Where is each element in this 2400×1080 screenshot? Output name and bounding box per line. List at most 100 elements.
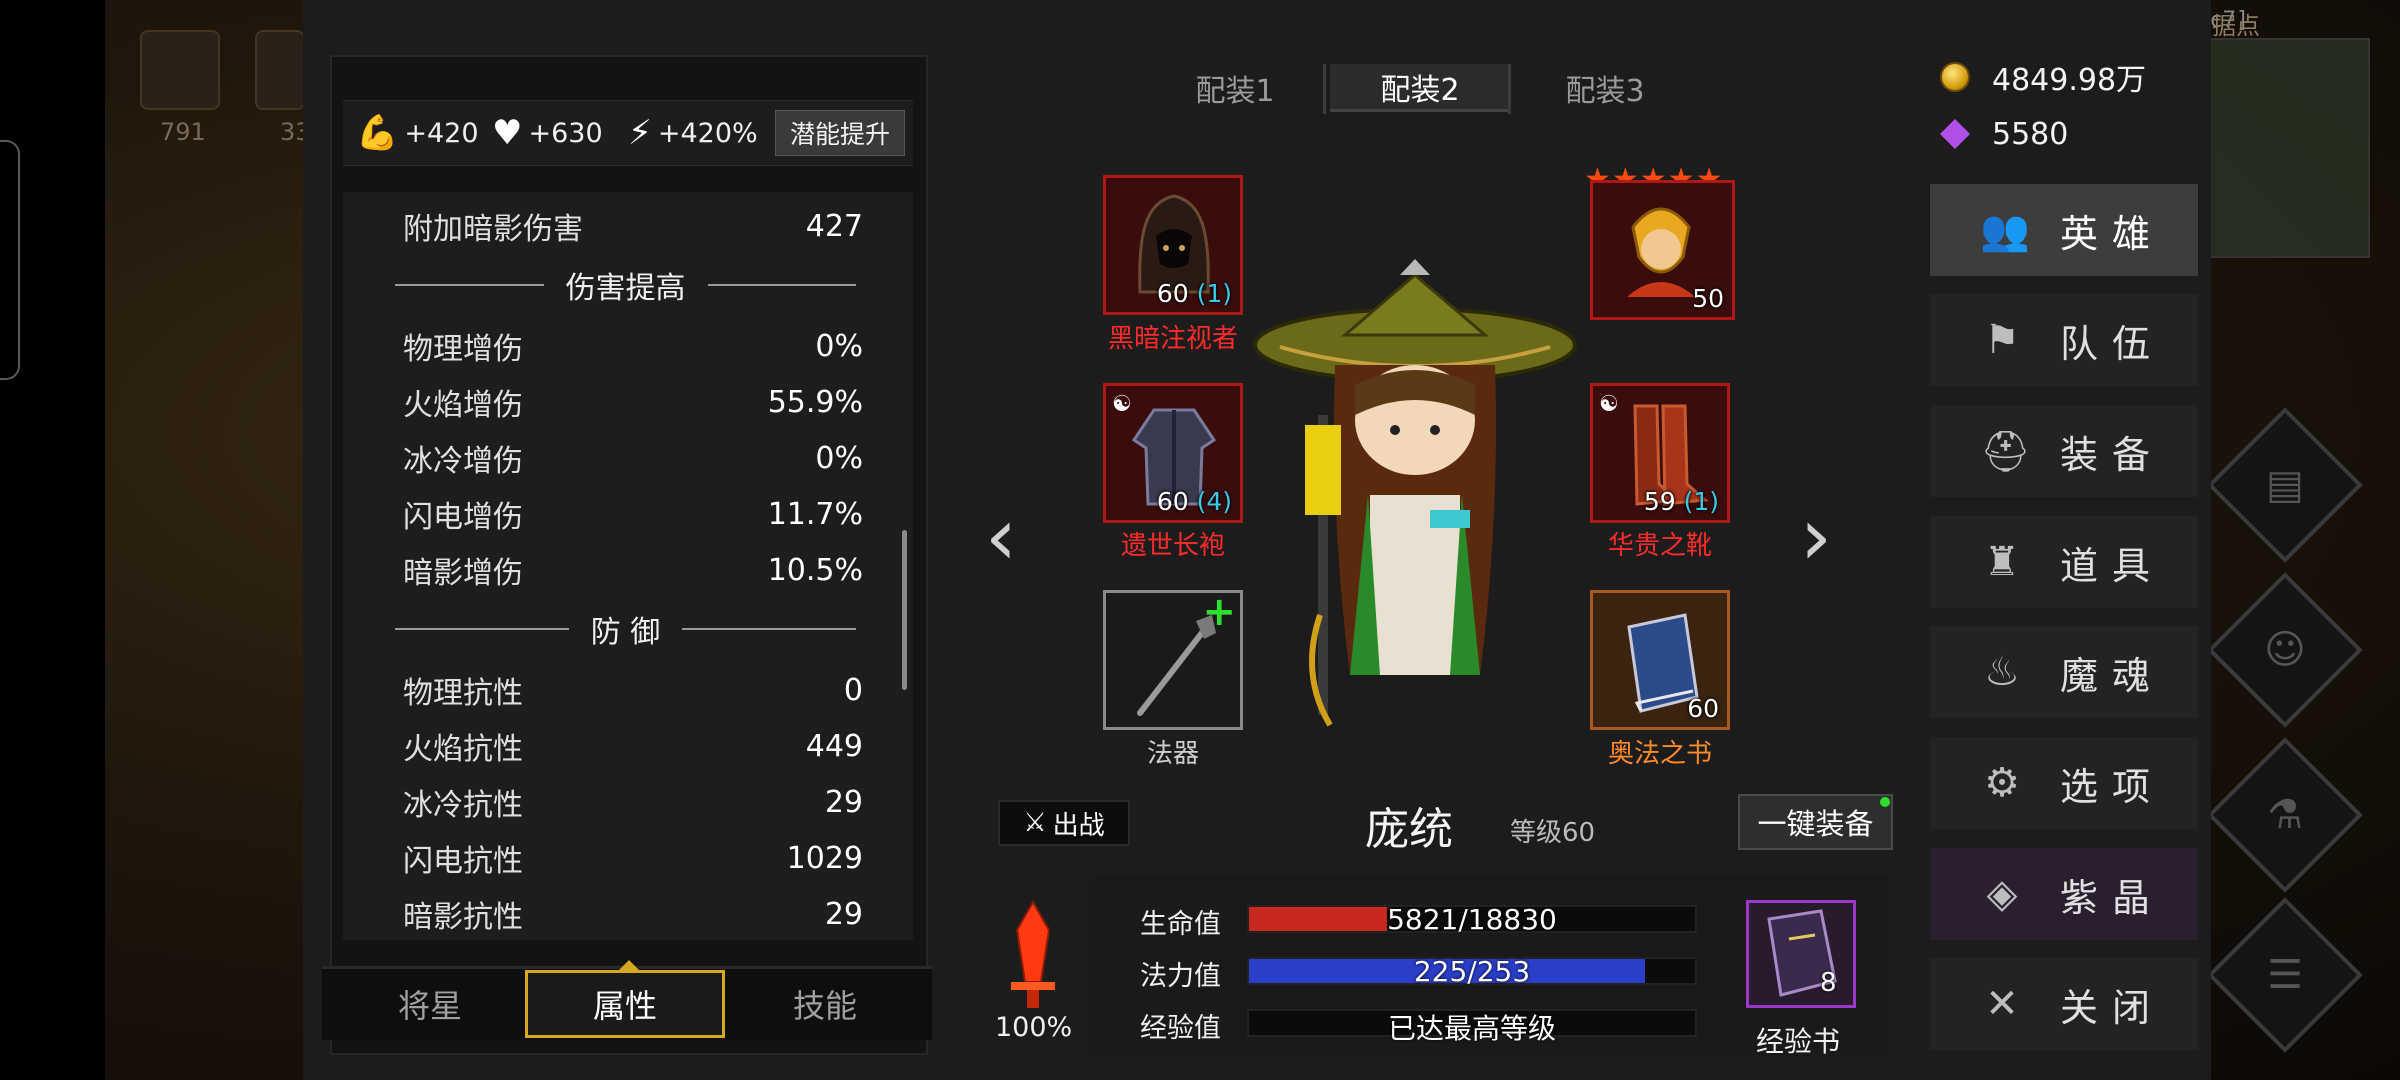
slot-book[interactable]: 60	[1590, 590, 1730, 730]
notification-dot	[1880, 797, 1890, 807]
stat-label: 火焰抗性	[403, 732, 523, 767]
list-icon: ☰	[2267, 952, 2303, 998]
stat-value: 11.7%	[767, 496, 863, 532]
gem-currency: 5580	[1940, 112, 2170, 156]
stats-scrollbar[interactable]	[902, 530, 907, 690]
stat-value: 0%	[815, 328, 863, 364]
menu-label: 魔魂	[2060, 653, 2165, 698]
stat-value: 427	[805, 208, 863, 244]
stat-value: 55.9%	[767, 384, 863, 420]
menu-items[interactable]: ♜ 道具	[1930, 516, 2198, 608]
exp-book-count: 8	[1820, 968, 1837, 998]
stat-row: 暗影抗性 29	[403, 889, 863, 939]
stronghold-label: 据点	[2212, 12, 2260, 40]
slot-enhance: (4)	[1196, 487, 1232, 516]
potion-icon: ⚗	[2267, 792, 2303, 838]
people-icon: 👥	[1980, 207, 2030, 254]
amethyst-icon	[1940, 119, 1970, 149]
tab-generals[interactable]: 将星	[330, 970, 530, 1038]
stat-label: 暗影抗性	[403, 900, 523, 935]
world-icon-count: 791	[160, 118, 206, 146]
stat-value: 29	[824, 784, 863, 820]
stat-label: 物理抗性	[403, 676, 523, 711]
hp-bar: 5821/18830	[1247, 903, 1697, 936]
gear-icon: ⚙	[1984, 760, 2020, 806]
slot-level-value: 59	[1643, 487, 1676, 516]
potential-speed-value: +420%	[657, 117, 758, 149]
stat-row: 冰冷增伤 0%	[403, 433, 863, 483]
slot-level: 59 (1)	[1644, 487, 1719, 516]
menu-label: 英雄	[2060, 211, 2165, 256]
slot-mount[interactable]: 50	[1590, 180, 1735, 320]
gold-coin-icon	[1940, 62, 1970, 92]
deploy-label: 出战	[1052, 810, 1105, 841]
stat-row: 物理抗性 0	[403, 665, 863, 715]
potential-upgrade-button[interactable]: 潜能提升	[775, 110, 905, 156]
potential-strength: 💪 +420	[356, 112, 479, 154]
lightning-icon: ⚡	[628, 113, 652, 153]
stat-value: 10.5%	[767, 552, 863, 588]
slot-boots[interactable]: ☯ 59 (1)	[1590, 383, 1730, 523]
flame-icon: ♨	[1984, 649, 2020, 695]
menu-heroes[interactable]: 👥 英雄	[1930, 184, 2198, 276]
people-icon: ☺	[2264, 627, 2306, 673]
slot-level: 50	[1692, 284, 1724, 313]
mp-label: 法力值	[1140, 961, 1221, 992]
stat-row: 闪电抗性 1029	[403, 833, 863, 883]
stat-label: 冰冷增伤	[403, 444, 523, 479]
exp-book-button[interactable]	[1746, 900, 1856, 1008]
power-percent: 100%	[995, 1012, 1073, 1043]
muscle-icon: 💪	[356, 113, 399, 153]
auto-equip-button[interactable]: 一键装备	[1738, 794, 1893, 850]
world-skill-icon	[140, 30, 220, 110]
tab-attributes[interactable]: 属性	[525, 970, 725, 1038]
device-edge-handle	[0, 140, 20, 380]
power-sword-icon	[1011, 900, 1055, 1008]
gold-amount: 4849.98万	[1992, 63, 2147, 98]
menu-options[interactable]: ⚙ 选项	[1930, 737, 2198, 829]
exp-value: 已达最高等级	[1387, 1012, 1556, 1045]
stat-label: 闪电增伤	[403, 500, 523, 535]
tab-loadout-2[interactable]: 配装2	[1330, 64, 1510, 112]
slot-robe[interactable]: ☯ 60 (4)	[1103, 383, 1243, 523]
scroll-icon: ▤	[2266, 462, 2304, 508]
menu-close[interactable]: ✕ 关闭	[1930, 958, 2198, 1050]
exp-bar: 已达最高等级	[1247, 1009, 1697, 1045]
menu-amethyst[interactable]: ◈ 紫晶	[1930, 848, 2198, 940]
slot-level-value: 60	[1156, 487, 1189, 516]
menu-equipment[interactable]: ⛑ 装备	[1930, 405, 2198, 497]
tab-separator	[1508, 64, 1511, 114]
slot-helmet[interactable]: 60 (1)	[1103, 175, 1243, 315]
slot-enhance: (1)	[1683, 487, 1719, 516]
menu-label: 关闭	[2060, 985, 2165, 1030]
stat-value: 449	[805, 728, 863, 764]
slot-level: 60	[1687, 694, 1719, 723]
tab-loadout-3[interactable]: 配装3	[1515, 64, 1695, 112]
tab-loadout-1[interactable]: 配装1	[1145, 64, 1325, 112]
prev-hero-arrow-icon[interactable]: ‹	[985, 490, 1017, 583]
stat-row: 火焰增伤 55.9%	[403, 377, 863, 427]
menu-label: 紫晶	[2060, 875, 2165, 920]
stat-row: 冰冷抗性 29	[403, 777, 863, 827]
deploy-button[interactable]: ⚔ 出战	[998, 800, 1130, 846]
menu-label: 装备	[2060, 432, 2165, 477]
stat-row: 暗影增伤 10.5%	[403, 545, 863, 595]
stats-list[interactable]: 附加暗影伤害 427 伤害提高 物理增伤 0% 火焰增伤 55.9% 冰冷增伤 …	[343, 192, 913, 940]
stat-value: 0%	[815, 440, 863, 476]
next-hero-arrow-icon[interactable]: ›	[1800, 490, 1832, 583]
gold-currency: 4849.98万	[1940, 55, 2170, 99]
stat-value: 1029	[786, 840, 863, 876]
tab-skills[interactable]: 技能	[725, 970, 925, 1038]
mp-bar: 225/253	[1247, 955, 1697, 988]
stat-label: 火焰增伤	[403, 388, 523, 423]
menu-soul[interactable]: ♨ 魔魂	[1930, 626, 2198, 718]
slot-enhance: (1)	[1196, 279, 1232, 308]
stat-value: 0	[843, 672, 863, 708]
heart-icon: ♥	[492, 113, 523, 153]
slot-helmet-name: 黑暗注视者	[1107, 324, 1238, 354]
mp-value: 225/253	[1413, 955, 1531, 988]
menu-team[interactable]: ⚑ 队伍	[1930, 294, 2198, 386]
potential-strength-value: +420	[404, 117, 479, 149]
slot-weapon[interactable]: +	[1103, 589, 1243, 730]
stat-row: 闪电增伤 11.7%	[403, 489, 863, 539]
